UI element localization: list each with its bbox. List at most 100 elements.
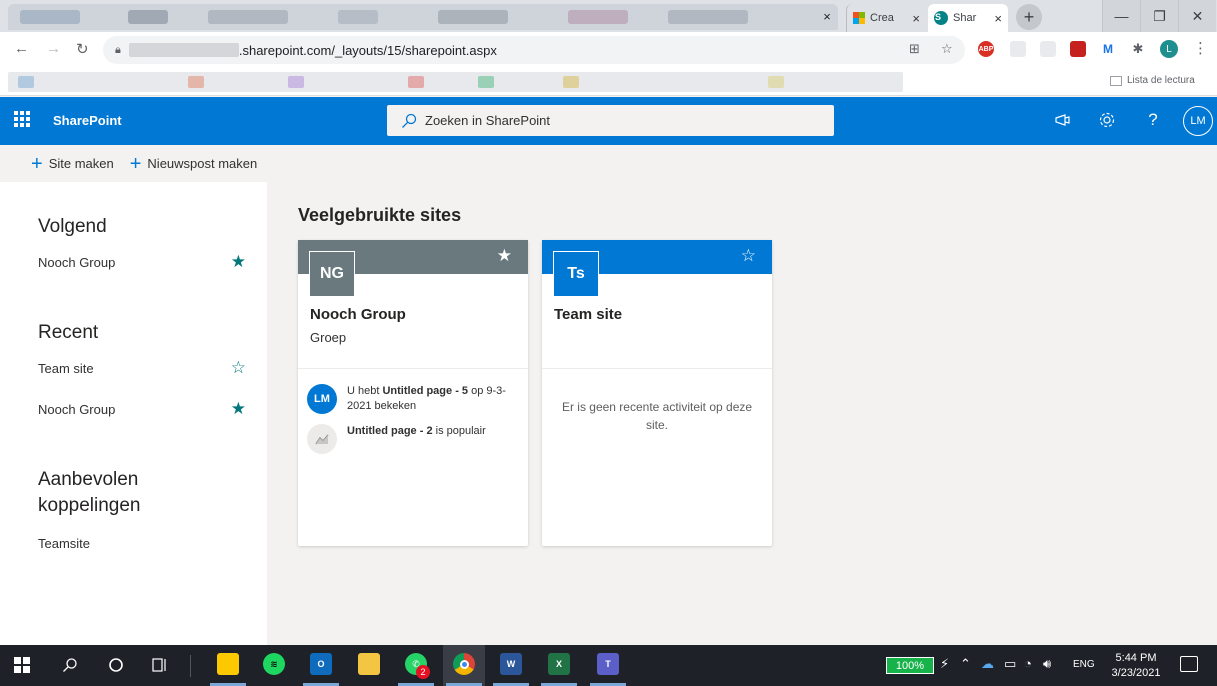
search-placeholder: Zoeken in SharePoint [425,113,551,128]
clock[interactable]: 5:44 PM 3/23/2021 [1108,651,1164,681]
recent-item-team-site[interactable]: Team site ☆ [38,358,246,378]
battery-icon[interactable]: ▭ [1004,656,1016,672]
recommended-item-teamsite[interactable]: Teamsite [38,533,246,553]
divider [190,655,191,677]
onedrive-icon[interactable]: ☁︎ [981,656,994,672]
bookmark-star-icon[interactable]: ☆ [941,41,953,57]
star-outline-icon[interactable]: ☆ [231,358,246,378]
trending-icon [307,424,337,454]
help-icon[interactable]: ? [1143,110,1163,130]
star-filled-icon[interactable]: ★ [231,252,246,272]
redacted-domain [128,43,239,57]
star-filled-icon[interactable]: ★ [497,246,512,266]
reading-list-button[interactable]: Lista de lectura [1110,75,1195,86]
language-indicator[interactable]: ENG [1073,659,1095,670]
divider [542,368,772,369]
forward-icon[interactable]: → [46,40,61,57]
wifi-icon[interactable]: ◔ [1024,656,1032,671]
site-card-nooch-group[interactable]: NG ★ Nooch Group Groep LM U hebt Untitle… [298,240,528,546]
time: 5:44 PM [1115,652,1157,664]
minimize-button[interactable]: — [1102,0,1140,32]
address-bar[interactable]: 🔒︎ .sharepoint.com/_layouts/15/sharepoin… [103,36,965,64]
extensions-puzzle-icon[interactable]: ✱ [1130,41,1146,57]
create-news-post-button[interactable]: + Nieuwspost maken [130,154,258,174]
back-icon[interactable]: ← [14,40,29,57]
redacted-tabs[interactable] [8,4,838,30]
teams-icon[interactable]: T [597,653,619,675]
activity-item[interactable]: LM U hebt Untitled page - 5 op 9-3-2021 … [307,384,517,414]
m-extension-icon[interactable]: M [1100,41,1116,57]
translate-icon[interactable]: ⊞ [909,41,920,57]
star-outline-icon[interactable]: ☆ [741,246,756,266]
activity-suffix: is populair [432,425,486,437]
recommended-heading-line: Aanbevolen [38,469,139,490]
spotify-icon[interactable]: ≋ [263,653,285,675]
browser-menu-icon[interactable]: ⋮ [1193,39,1208,57]
sharepoint-brand[interactable]: SharePoint [53,113,122,128]
volume-icon[interactable]: 🔊︎ [1043,656,1051,672]
left-navigation: Volgend Nooch Group ★ Recent Team site ☆… [0,182,267,645]
site-name[interactable]: Nooch Group [310,306,406,323]
recent-item-nooch-group[interactable]: Nooch Group ★ [38,399,246,419]
following-item-nooch-group[interactable]: Nooch Group ★ [38,252,246,272]
link-label: Teamsite [38,535,91,551]
activity-doc: Untitled page - 5 [382,385,469,397]
pdf-extension-icon[interactable] [1070,41,1086,57]
search-box[interactable]: Zoeken in SharePoint [387,105,834,136]
tab-title: Crea [870,12,894,24]
chrome-icon[interactable] [453,653,475,675]
show-hidden-icons-chevron-icon[interactable]: ⌃ [960,656,971,672]
site-link-label: Nooch Group [38,254,116,270]
activity-avatar: LM [307,384,337,414]
profile-avatar[interactable]: L [1160,40,1178,58]
battery-indicator[interactable]: 100% [886,657,934,674]
close-window-button[interactable]: ✕ [1178,0,1216,32]
command-bar: + Site maken + Nieuwspost maken [0,145,1217,182]
reload-icon[interactable]: ↻ [76,40,89,58]
notification-badge: 2 [416,665,430,679]
windows-start-icon[interactable] [10,653,34,677]
search-icon[interactable] [58,653,82,677]
sticky-notes-icon[interactable] [217,653,239,675]
extension-icon[interactable] [1040,41,1056,57]
task-view-icon[interactable] [148,653,172,677]
following-heading: Volgend [38,216,107,237]
lock-icon: 🔒︎ [115,43,121,56]
tab-sharepoint[interactable]: Shar × [928,4,1008,32]
settings-gear-icon[interactable] [1097,110,1117,130]
star-filled-icon[interactable]: ★ [231,399,246,419]
recommended-heading-line: koppelingen [38,495,141,516]
adblock-extension-icon[interactable]: ABP [978,41,994,57]
extension-icon[interactable] [1010,41,1026,57]
search-icon [402,113,417,128]
file-explorer-icon[interactable] [358,653,380,675]
user-avatar[interactable]: LM [1183,106,1213,136]
activity-item[interactable]: Untitled page - 2 is populair [307,424,517,454]
sharepoint-favicon-icon [934,11,948,25]
redacted-bookmarks[interactable] [8,72,903,92]
tab-close-icon[interactable]: × [912,11,920,26]
tab-close-icon[interactable]: × [994,11,1002,26]
new-tab-button[interactable]: + [1016,4,1042,30]
app-launcher-icon[interactable] [14,111,30,127]
no-activity-message: Er is geen recente activiteit op deze si… [561,400,753,432]
recommended-heading: Aanbevolen koppelingen [38,467,140,519]
action-center-icon[interactable] [1180,656,1198,672]
windows-taskbar: ≋ O ✆ 2 W X T 100% ⚡︎ ⌃ ☁︎ ▭ ◔ 🔊︎ ENG 5:… [0,645,1217,686]
activity-text: U hebt Untitled page - 5 op 9-3-2021 bek… [347,384,517,414]
restore-button[interactable]: ❐ [1140,0,1178,32]
cortana-icon[interactable] [104,653,128,677]
url-text: .sharepoint.com/_layouts/15/sharepoint.a… [238,42,497,58]
site-card-team-site[interactable]: Ts ☆ Team site Er is geen recente activi… [542,240,772,546]
tab-close-icon[interactable]: × [818,7,836,25]
tab-microsoft[interactable]: Crea × [846,4,926,32]
power-plug-icon: ⚡︎ [940,656,950,671]
page-title: Veelgebruikte sites [298,205,462,225]
megaphone-icon[interactable] [1053,110,1073,130]
create-site-button[interactable]: + Site maken [31,154,114,174]
site-name[interactable]: Team site [554,306,622,323]
excel-icon[interactable]: X [548,653,570,675]
word-icon[interactable]: W [500,653,522,675]
outlook-icon[interactable]: O [310,653,332,675]
site-logo: NG [309,251,355,297]
